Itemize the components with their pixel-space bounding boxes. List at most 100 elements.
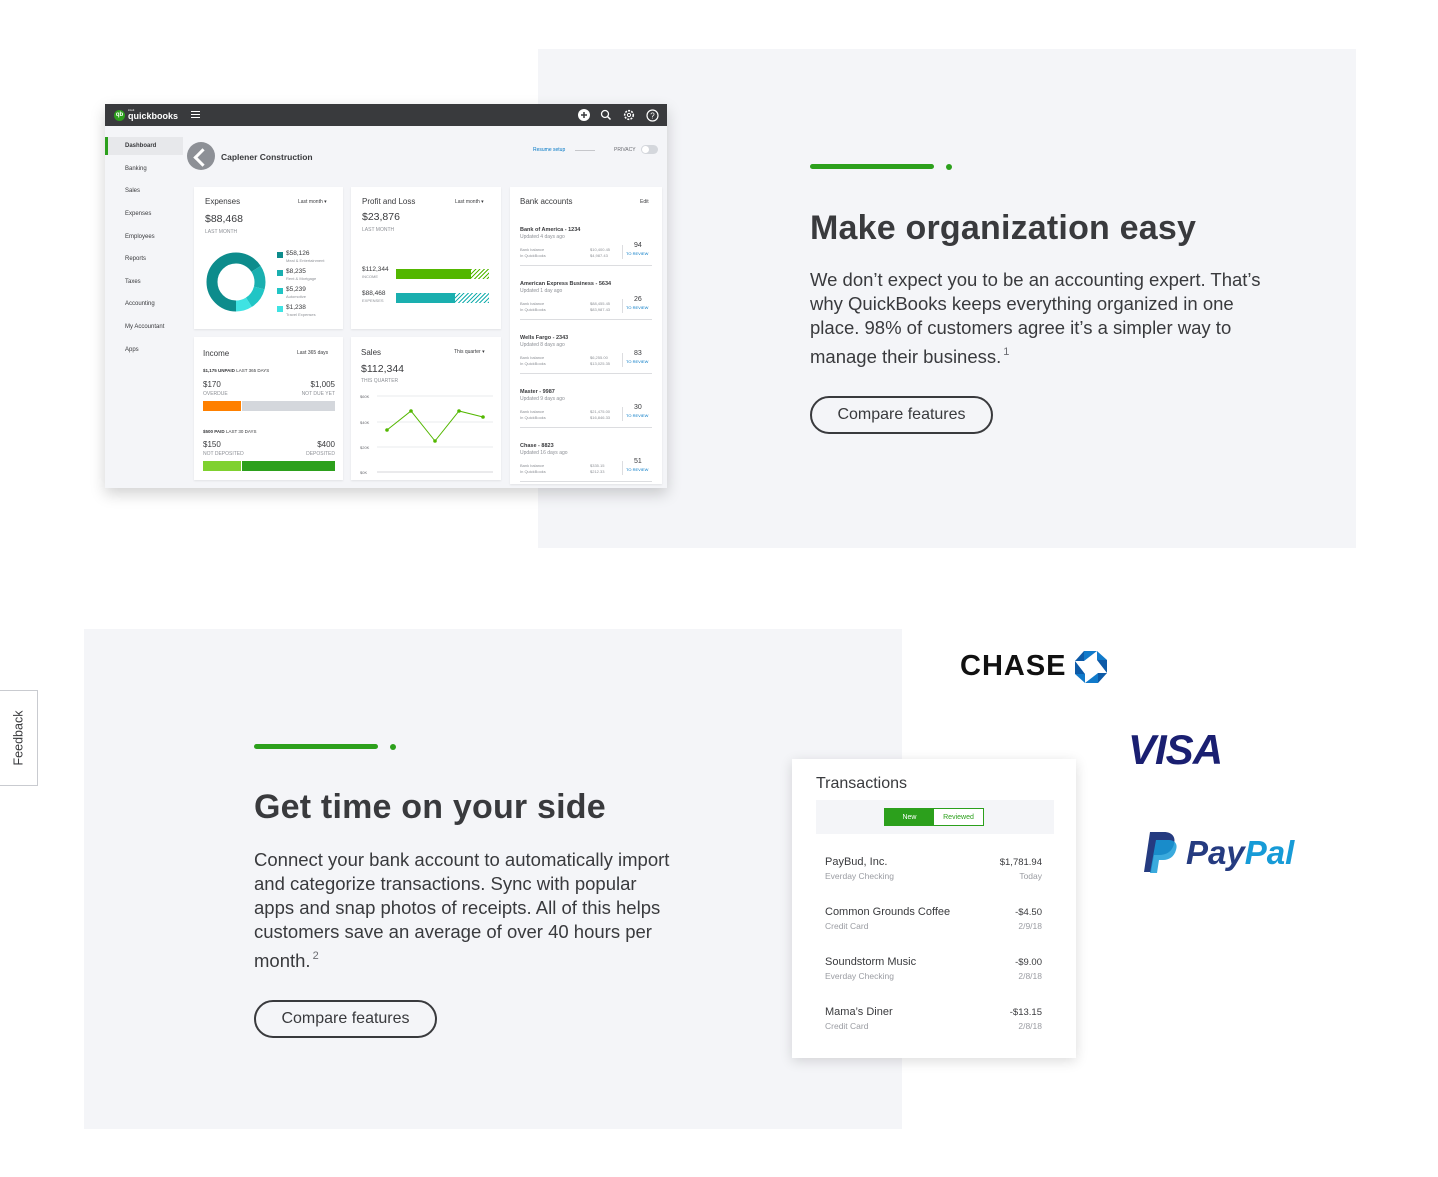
resume-setup-link[interactable]: Resume setup bbox=[533, 147, 565, 153]
feedback-tab[interactable]: Feedback bbox=[0, 690, 38, 786]
tab-reviewed[interactable]: Reviewed bbox=[934, 809, 983, 825]
qb-sidebar: Dashboard Banking Sales Expenses Employe… bbox=[105, 126, 185, 488]
tab-new[interactable]: New bbox=[885, 809, 934, 825]
legend-label: Rent & Mortgage bbox=[286, 276, 317, 281]
review-count[interactable]: 83 bbox=[634, 350, 642, 357]
pnl-income-value: $112,344 bbox=[362, 266, 389, 273]
transaction-amount: -$4.50 bbox=[1015, 907, 1042, 918]
to-review-label[interactable]: TO REVIEW bbox=[626, 251, 648, 256]
to-review-label[interactable]: TO REVIEW bbox=[626, 413, 648, 418]
chevron-down-icon: ▾ bbox=[481, 199, 484, 205]
sidebar-item-banking[interactable]: Banking bbox=[125, 166, 147, 172]
legend-amount: $8,235 bbox=[286, 268, 306, 275]
sales-card: Sales This quarter ▾ $112,344 THIS QUART… bbox=[351, 337, 501, 480]
sidebar-item-employees[interactable]: Employees bbox=[125, 234, 155, 240]
legend-amount: $1,238 bbox=[286, 304, 306, 311]
gear-icon[interactable] bbox=[622, 108, 636, 122]
review-count[interactable]: 51 bbox=[634, 458, 642, 465]
bank-account-name[interactable]: Chase - 8823 bbox=[520, 443, 554, 449]
profit-loss-card: Profit and Loss Last month ▾ $23,876 LAS… bbox=[351, 187, 501, 329]
sidebar-item-expenses[interactable]: Expenses bbox=[125, 211, 151, 217]
transaction-name[interactable]: PayBud, Inc. bbox=[825, 856, 887, 868]
paypal-wordmark-pay: Pay bbox=[1186, 834, 1245, 871]
sidebar-item-reports[interactable]: Reports bbox=[125, 256, 146, 262]
help-icon[interactable]: ? bbox=[645, 108, 659, 122]
bank-accounts-card: Bank accounts Edit Bank of America - 123… bbox=[510, 187, 662, 484]
expenses-sub: LAST MONTH bbox=[205, 229, 238, 235]
review-count[interactable]: 30 bbox=[634, 404, 642, 411]
transaction-amount: -$13.15 bbox=[1009, 1007, 1042, 1018]
search-icon[interactable] bbox=[599, 108, 613, 122]
pnl-total: $23,876 bbox=[362, 211, 400, 223]
sidebar-item-my-accountant[interactable]: My Accountant bbox=[125, 324, 164, 330]
income-notdue-label: NOT DUE YET bbox=[301, 391, 335, 397]
sidebar-item-apps[interactable]: Apps bbox=[125, 347, 139, 353]
pnl-expenses-label: EXPENSES bbox=[362, 298, 384, 303]
legend-swatch bbox=[277, 252, 283, 258]
transaction-account: Everday Checking bbox=[825, 971, 894, 981]
legend-label: Travel Expenses bbox=[286, 312, 316, 317]
to-review-label[interactable]: TO REVIEW bbox=[626, 467, 648, 472]
bank-balance-label: Bank balance bbox=[520, 301, 545, 306]
section2-footnote[interactable]: 2 bbox=[313, 950, 319, 962]
compare-features-button[interactable]: Compare features bbox=[254, 1000, 437, 1038]
bank-account-name[interactable]: Master - 9987 bbox=[520, 389, 555, 395]
privacy-toggle[interactable] bbox=[641, 145, 658, 154]
section1-footnote[interactable]: 1 bbox=[1003, 346, 1009, 358]
income-notdep-value: $150 bbox=[203, 440, 221, 449]
qb-logo-text: quickbooks bbox=[128, 111, 179, 121]
to-review-label[interactable]: TO REVIEW bbox=[626, 359, 648, 364]
chase-wordmark: CHASE bbox=[960, 650, 1067, 682]
legend-swatch bbox=[277, 288, 283, 294]
income-paid: $500 PAID LAST 30 DAYS bbox=[203, 429, 257, 434]
pnl-period-label: Last month bbox=[455, 199, 480, 205]
bank-balance-label: Bank balance bbox=[520, 463, 545, 468]
notdep-bar bbox=[203, 461, 241, 471]
sidebar-item-accounting[interactable]: Accounting bbox=[125, 301, 155, 307]
review-count[interactable]: 26 bbox=[634, 296, 642, 303]
transaction-account: Credit Card bbox=[825, 921, 869, 931]
transaction-date: 2/9/18 bbox=[1018, 921, 1042, 931]
resume-progress-line bbox=[575, 150, 595, 151]
legend-label: Automotive bbox=[286, 294, 307, 299]
to-review-label[interactable]: TO REVIEW bbox=[626, 305, 648, 310]
transaction-name[interactable]: Soundstorm Music bbox=[825, 956, 916, 968]
qb-balance-value: $13,025.35 bbox=[590, 361, 611, 366]
qb-top-bar: qb intuit quickbooks ? bbox=[105, 104, 667, 126]
income-title: Income bbox=[203, 349, 230, 358]
legend-swatch bbox=[277, 306, 283, 312]
bank-balance-value: $10,400.45 bbox=[590, 247, 611, 252]
plus-icon[interactable] bbox=[577, 108, 591, 122]
chase-logo: CHASE bbox=[960, 650, 1107, 683]
legend-amount: $58,126 bbox=[286, 250, 310, 257]
income-period[interactable]: Last 365 days bbox=[297, 350, 328, 356]
bank-separator bbox=[520, 427, 652, 428]
transaction-name[interactable]: Mama’s Diner bbox=[825, 1006, 893, 1018]
income-overdue-label: OVERDUE bbox=[203, 391, 228, 397]
bank-edit-link[interactable]: Edit bbox=[640, 199, 649, 205]
income-unpaid-amount: $1,175 UNPAID bbox=[203, 368, 235, 373]
sidebar-item-taxes[interactable]: Taxes bbox=[125, 279, 141, 285]
paypal-logo: PayPal bbox=[1142, 832, 1294, 874]
sidebar-item-sales[interactable]: Sales bbox=[125, 188, 140, 194]
pnl-period-select[interactable]: Last month ▾ bbox=[455, 199, 484, 205]
review-count[interactable]: 94 bbox=[634, 242, 642, 249]
in-qb-label: In QuickBooks bbox=[520, 415, 546, 420]
transaction-account: Everday Checking bbox=[825, 871, 894, 881]
pnl-title: Profit and Loss bbox=[362, 197, 416, 206]
expenses-period-select[interactable]: Last month ▾ bbox=[298, 199, 327, 205]
pnl-expenses-value: $88,468 bbox=[362, 290, 386, 297]
in-qb-label: In QuickBooks bbox=[520, 253, 546, 258]
sidebar-item-dashboard[interactable]: Dashboard bbox=[125, 143, 156, 149]
legend-label: Meal & Entertainment bbox=[286, 258, 325, 263]
bank-account-name[interactable]: American Express Business - 5634 bbox=[520, 281, 611, 287]
compare-features-button[interactable]: Compare features bbox=[810, 396, 993, 434]
bank-account-name[interactable]: Wells Fargo - 2343 bbox=[520, 335, 568, 341]
income-dep-label: DEPOSITED bbox=[306, 451, 335, 457]
bank-account-name[interactable]: Bank of America - 1234 bbox=[520, 227, 580, 233]
pnl-income-bar bbox=[396, 269, 471, 279]
transaction-name[interactable]: Common Grounds Coffee bbox=[825, 906, 950, 918]
hamburger-menu-icon[interactable] bbox=[191, 111, 200, 120]
transaction-date: 2/8/18 bbox=[1018, 1021, 1042, 1031]
section2-body: Connect your bank account to automatical… bbox=[254, 848, 670, 973]
